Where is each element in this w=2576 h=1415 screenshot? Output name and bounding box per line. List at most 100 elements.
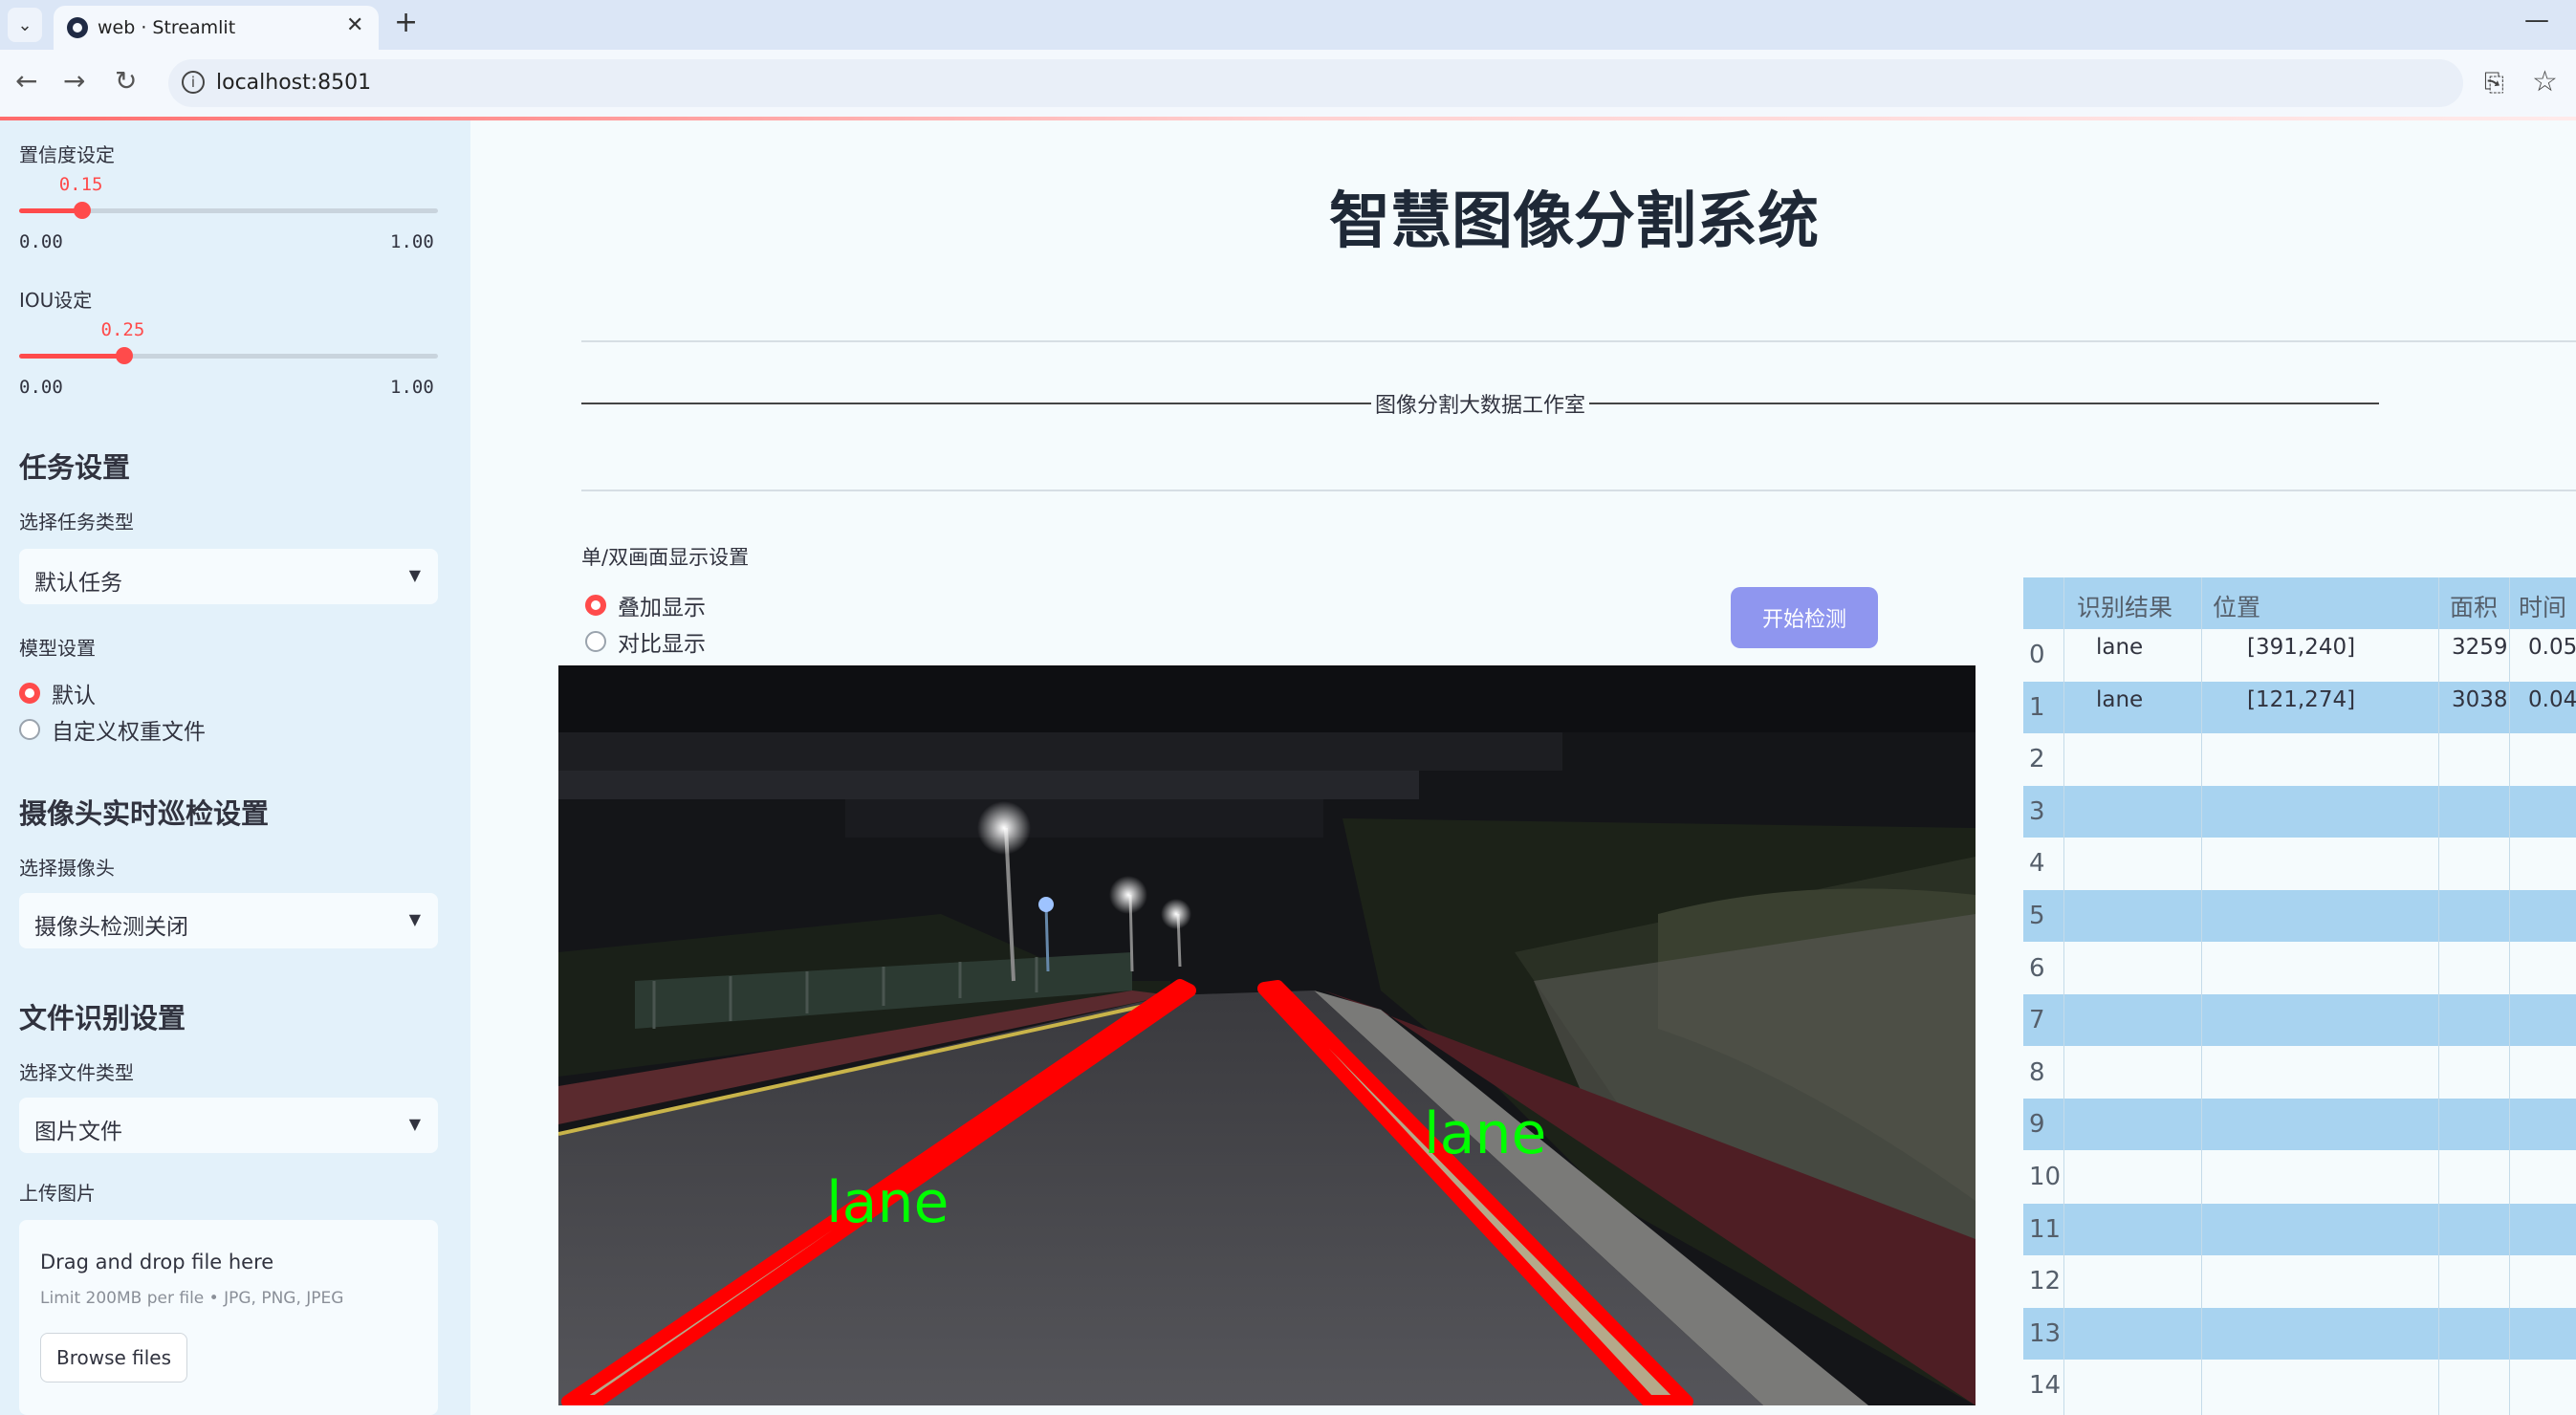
lane-label-right: lane (1424, 1100, 1546, 1167)
confidence-slider-thumb[interactable] (73, 202, 91, 219)
start-detection-button[interactable]: 开始检测 (1731, 587, 1878, 648)
display-option-label: 对比显示 (618, 632, 706, 657)
cell-position: [121,274] (2247, 686, 2356, 712)
camera-selected: 摄像头检测关闭 (34, 915, 188, 940)
table-row[interactable]: 5 (2023, 890, 2576, 942)
browser-nav-bar: ← → ↻ i localhost:8501 ⎘ ☆ (0, 50, 2576, 117)
window-minimize-icon[interactable]: — (2524, 6, 2549, 34)
radio-unselected-icon (19, 719, 40, 740)
iou-slider-thumb[interactable] (115, 347, 133, 364)
table-row[interactable]: 2 (2023, 733, 2576, 786)
cell-position: [391,240] (2247, 635, 2356, 660)
row-index: 6 (2029, 953, 2045, 983)
table-row[interactable]: 8 (2023, 1046, 2576, 1099)
file-dropzone[interactable]: Drag and drop file here Limit 200MB per … (19, 1220, 438, 1415)
tab-search-chevron-down-icon[interactable]: ⌄ (8, 8, 42, 42)
results-table[interactable]: 识别结果 位置 面积 时间 0 lane [391,240] 3259 0.05 1 lan… (2023, 577, 2576, 1415)
radio-selected-icon (19, 683, 40, 704)
task-type-selected: 默认任务 (34, 571, 122, 596)
column-divider (2438, 577, 2439, 1415)
column-header-result[interactable]: 识别结果 (2077, 589, 2172, 623)
display-mode-label: 单/双画面显示设置 (581, 546, 750, 569)
info-icon[interactable]: i (182, 71, 205, 94)
confidence-value: 0.15 (58, 174, 103, 195)
table-row[interactable]: 10 (2023, 1151, 2576, 1203)
divider (581, 340, 2576, 342)
url-text: localhost:8501 (216, 71, 372, 95)
display-radio-overlay[interactable]: 叠加显示 (585, 589, 706, 621)
browser-tab-bar: ⌄ web · Streamlit ✕ + — (0, 0, 2576, 50)
table-row[interactable]: 9 (2023, 1099, 2576, 1151)
table-row[interactable]: 0 lane [391,240] 3259 0.05 (2023, 629, 2576, 681)
row-index: 3 (2029, 796, 2045, 826)
dropzone-limit-text: Limit 200MB per file • JPG, PNG, JPEG (40, 1289, 344, 1308)
cell-area: 3259 (2452, 635, 2508, 660)
file-type-selected: 图片文件 (34, 1120, 122, 1144)
display-radio-compare[interactable]: 对比显示 (585, 625, 706, 658)
table-row[interactable]: 3 (2023, 785, 2576, 838)
translate-icon[interactable]: ⎘ (2484, 69, 2504, 98)
column-divider (2509, 577, 2510, 1415)
table-row[interactable]: 14 (2023, 1360, 2576, 1412)
page-title: 智慧图像分割系统 (1329, 186, 1819, 257)
row-index: 12 (2029, 1267, 2062, 1296)
camera-select[interactable]: 摄像头检测关闭 ▼ (19, 893, 438, 948)
streamlit-favicon-icon (67, 17, 88, 38)
column-divider (2201, 577, 2202, 1415)
camera-select-label: 选择摄像头 (19, 857, 115, 880)
model-radio-custom-weights[interactable]: 自定义权重文件 (19, 713, 206, 746)
chevron-down-icon: ▼ (408, 910, 421, 928)
table-row[interactable]: 6 (2023, 942, 2576, 994)
cell-result: lane (2096, 686, 2144, 712)
address-bar[interactable]: i localhost:8501 (168, 59, 2463, 107)
column-header-time[interactable]: 时间 (2519, 589, 2566, 623)
cell-time: 0.04 (2528, 686, 2576, 712)
detection-image: lane lane (558, 665, 1976, 1405)
model-radio-default[interactable]: 默认 (19, 677, 96, 709)
display-option-label: 叠加显示 (618, 596, 706, 620)
table-row[interactable]: 7 (2023, 994, 2576, 1047)
night-road-scene: lane lane (558, 665, 1976, 1405)
iou-slider[interactable] (19, 347, 438, 364)
confidence-max: 1.00 (390, 231, 434, 252)
reload-icon[interactable]: ↻ (115, 65, 137, 97)
iou-value: 0.25 (100, 319, 145, 340)
browser-tab[interactable]: web · Streamlit ✕ (54, 6, 379, 50)
column-header-position[interactable]: 位置 (2213, 589, 2260, 623)
tab-close-icon[interactable]: ✕ (346, 13, 363, 37)
row-index: 10 (2029, 1163, 2062, 1191)
chevron-down-icon: ▼ (408, 1115, 421, 1133)
iou-slider-fill (19, 354, 124, 359)
dropzone-title: Drag and drop file here (40, 1251, 274, 1274)
row-index: 2 (2029, 745, 2045, 774)
tab-title: web · Streamlit (98, 17, 236, 38)
browse-files-button[interactable]: Browse files (40, 1333, 187, 1382)
studio-banner: 图像分割大数据工作室 (581, 388, 2380, 419)
new-tab-plus-icon[interactable]: + (394, 6, 418, 39)
model-option-label: 自定义权重文件 (52, 720, 206, 745)
radio-unselected-icon (585, 631, 606, 652)
cell-area: 3038 (2452, 686, 2508, 712)
confidence-min: 0.00 (19, 231, 63, 252)
lane-label-left: lane (826, 1169, 949, 1236)
back-icon[interactable]: ← (15, 65, 37, 97)
column-header-area[interactable]: 面积 (2450, 589, 2498, 623)
task-type-select[interactable]: 默认任务 ▼ (19, 549, 438, 604)
file-type-select[interactable]: 图片文件 ▼ (19, 1098, 438, 1153)
table-row[interactable]: 13 (2023, 1307, 2576, 1360)
forward-icon[interactable]: → (63, 65, 85, 97)
row-index: 8 (2029, 1057, 2045, 1087)
cell-result: lane (2096, 635, 2144, 660)
camera-settings-heading: 摄像头实时巡检设置 (19, 797, 270, 830)
confidence-slider-fill (19, 208, 82, 213)
table-row[interactable]: 11 (2023, 1203, 2576, 1255)
cell-time: 0.05 (2528, 635, 2576, 660)
iou-max: 1.00 (390, 377, 434, 398)
table-row[interactable]: 4 (2023, 838, 2576, 890)
table-row[interactable]: 12 (2023, 1255, 2576, 1308)
column-divider (2063, 577, 2064, 1415)
table-row[interactable]: 1 lane [121,274] 3038 0.04 (2023, 681, 2576, 733)
star-icon[interactable]: ☆ (2532, 65, 2558, 98)
confidence-slider[interactable] (19, 202, 438, 219)
row-index: 9 (2029, 1110, 2045, 1140)
